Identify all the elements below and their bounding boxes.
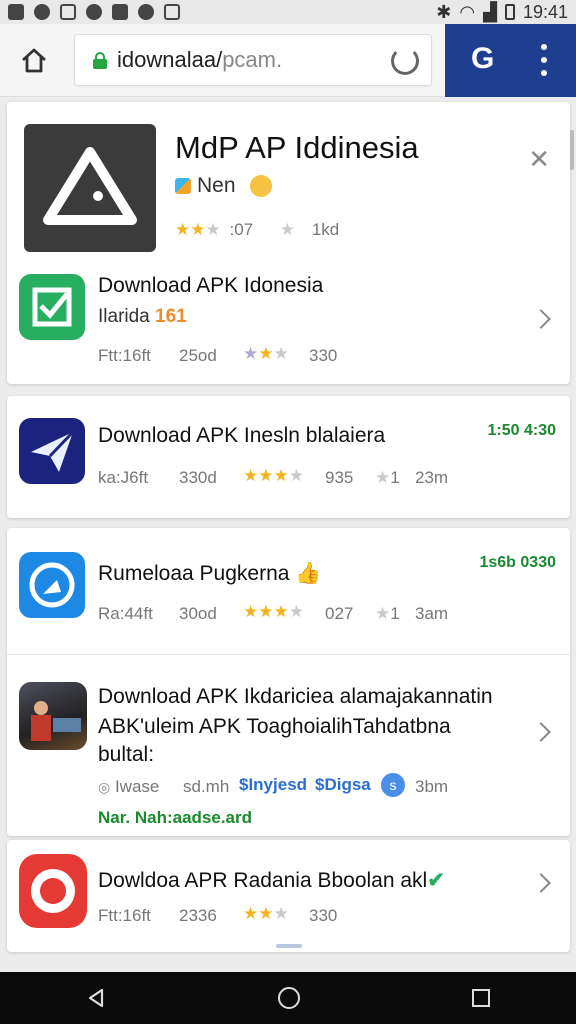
scroll-indicator — [276, 944, 302, 948]
battery-icon — [504, 4, 515, 20]
app-icon — [19, 682, 87, 750]
app-title: Dowldoa APR Radania Bboolan akl✔ — [98, 869, 445, 892]
app-icon — [19, 274, 85, 340]
app-count: 330 — [309, 346, 338, 365]
app-rating: ★★★ — [243, 904, 289, 923]
app-subtitle: Ilarida 161 — [98, 306, 187, 327]
app-age: 3am — [415, 604, 449, 623]
app-badge: s — [381, 773, 405, 797]
app-card: Rumeloaa Pugkerna 👍 1s6b 0330 Ra:44ft 30… — [7, 528, 570, 836]
app-time: 1:50 4:30 — [487, 422, 557, 439]
featured-developer: Nen — [175, 174, 272, 198]
app-downloads: 25od — [179, 346, 217, 365]
app-rating: 027 — [325, 604, 354, 623]
app-icon — [19, 418, 85, 484]
notification-icon — [164, 4, 180, 20]
home-icon — [22, 48, 46, 73]
notification-icon — [112, 4, 128, 20]
compass-icon — [29, 562, 75, 608]
triangle-logo-icon — [43, 147, 137, 225]
notification-icon — [86, 4, 102, 20]
url-bar[interactable]: idownalaa/pcam. — [74, 34, 432, 86]
app-downloads: 330d — [179, 468, 217, 487]
featured-card: MdP AP Iddinesia Nen ★★★ :07 ★ 1kd ✕ Dow… — [7, 102, 570, 384]
app-card[interactable]: Download APK Inesln blalaiera 1:50 4:30 … — [7, 396, 570, 518]
list-item[interactable]: Download APK Ikdariciea alamajakannatin … — [7, 655, 570, 835]
app-icon — [19, 552, 85, 618]
signal-icon: ▟ — [483, 1, 497, 22]
app-size: ka:J6ft — [98, 468, 149, 487]
developer-badge-icon — [175, 178, 191, 194]
list-item[interactable]: Download APK Idonesia Ilarida 161 Ftt:16… — [7, 262, 570, 382]
bluetooth-icon: ✱ — [436, 1, 452, 22]
notification-icon — [138, 4, 154, 20]
app-extra: ★1 — [375, 604, 400, 623]
chevron-right-icon — [531, 722, 551, 742]
app-downloads: 30od — [179, 604, 217, 623]
app-subtitle: ABK'uleim APK ToaghoialihTahdatbna — [98, 715, 451, 738]
more-vert-icon[interactable] — [540, 44, 548, 76]
app-title: Download APK Inesln blalaiera — [98, 424, 386, 447]
navigation-bar — [0, 972, 576, 1024]
image-icon — [60, 4, 76, 20]
emoji-icon — [249, 175, 272, 197]
app-size: Ftt:16ft — [98, 906, 151, 925]
app-icon — [19, 854, 87, 928]
notification-icons — [8, 4, 180, 20]
browser-actions: G — [445, 24, 576, 97]
app-meta: 3bm — [415, 777, 449, 796]
back-icon[interactable] — [86, 988, 106, 1008]
browser-toolbar: idownalaa/pcam. G — [0, 24, 576, 97]
app-title: Download APK Ikdariciea alamajakannatin — [98, 685, 493, 708]
app-rating: ★★★ — [243, 344, 289, 363]
app-downloads: 2336 — [179, 906, 217, 925]
app-extra: ★1 — [375, 468, 400, 487]
app-age: 23m — [415, 468, 449, 487]
app-size: Ftt:16ft — [98, 346, 151, 365]
chevron-right-icon — [531, 873, 551, 893]
featured-app-icon[interactable] — [24, 124, 156, 252]
status-bar: ✱ ◠ ▟ 19:41 — [0, 0, 576, 24]
app-rating: 935 — [325, 468, 354, 487]
app-title: Download APK Idonesia — [98, 274, 324, 297]
google-icon[interactable]: G — [471, 42, 499, 75]
scrollbar[interactable] — [570, 130, 574, 170]
wifi-icon: ◠ — [459, 1, 476, 22]
featured-rating: ★★★ :07 ★ 1kd — [175, 220, 340, 239]
app-subtitle: bultal: — [98, 743, 155, 766]
reload-icon[interactable] — [391, 47, 419, 75]
chevron-right-icon — [531, 309, 551, 329]
app-tag: $Digsa — [315, 775, 371, 794]
notification-icon — [34, 4, 50, 20]
notification-icon — [8, 4, 24, 20]
app-rating-stars: ★★★★ — [243, 466, 304, 485]
app-tag: $Inyjesd — [239, 775, 308, 794]
person-photo-icon — [31, 701, 81, 741]
url-text: idownalaa/pcam. — [117, 47, 283, 72]
app-rating-stars: ★★★★ — [243, 602, 304, 621]
clock: 19:41 — [522, 1, 568, 22]
app-count: 330 — [309, 906, 338, 925]
featured-title[interactable]: MdP AP Iddinesia — [175, 130, 419, 166]
check-icon — [32, 287, 72, 327]
app-title: Rumeloaa Pugkerna 👍 — [98, 562, 322, 585]
lock-icon — [93, 51, 107, 69]
list-item[interactable]: Rumeloaa Pugkerna 👍 1s6b 0330 Ra:44ft 30… — [7, 528, 570, 654]
app-meta: sd.mh — [183, 777, 230, 796]
home-circle-icon[interactable] — [278, 987, 300, 1009]
app-footer: Nar. Nah:aadse.ard — [98, 808, 253, 827]
app-size: Ra:44ft — [98, 604, 153, 623]
app-time: 1s6b 0330 — [479, 554, 556, 571]
close-icon[interactable]: ✕ — [528, 144, 550, 175]
recents-icon[interactable] — [472, 989, 490, 1007]
app-meta: ◎ Iwase — [98, 777, 160, 796]
paper-plane-icon — [31, 430, 75, 472]
app-card[interactable]: Dowldoa APR Radania Bboolan akl✔ Ftt:16f… — [7, 840, 570, 952]
record-icon — [31, 869, 75, 913]
home-button[interactable] — [8, 34, 60, 86]
